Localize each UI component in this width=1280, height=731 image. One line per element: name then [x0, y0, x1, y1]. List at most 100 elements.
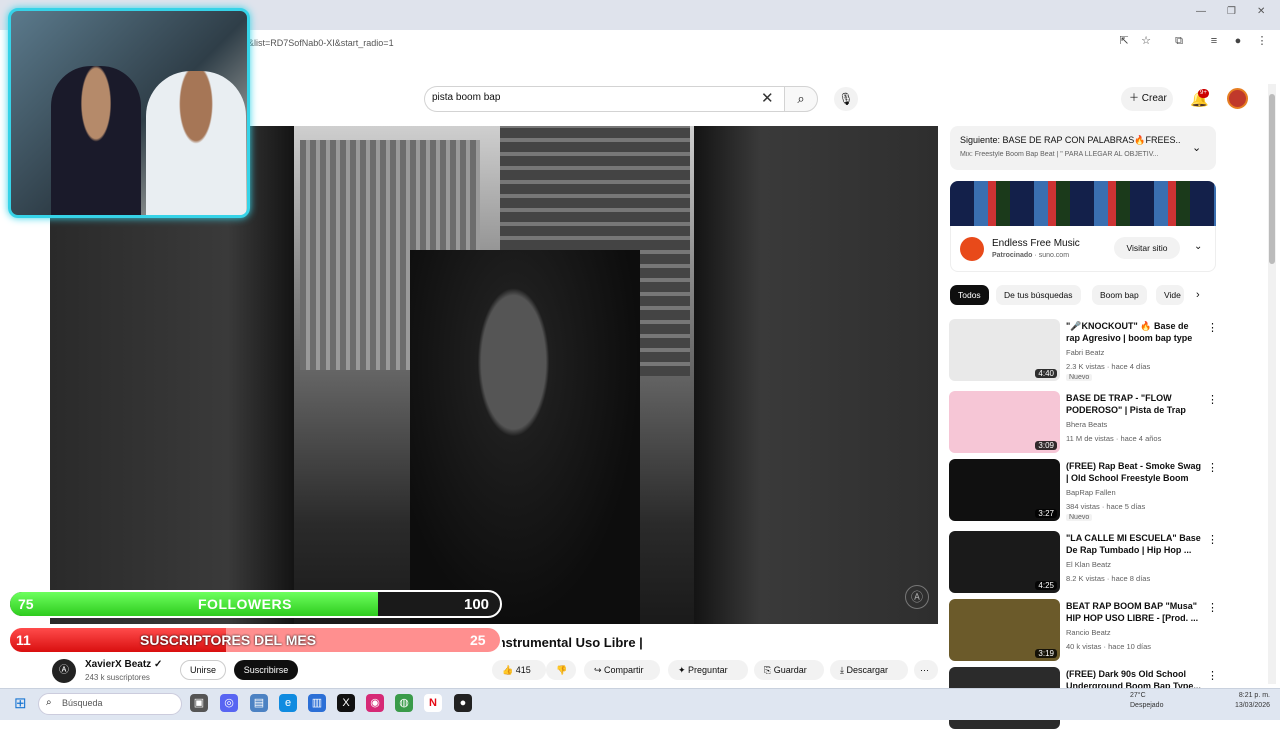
recommendation-title[interactable]: "🎤KNOCKOUT" 🔥 Base de rap Agresivo | boo… — [1066, 320, 1202, 344]
taskbar-search[interactable] — [38, 693, 182, 715]
more-icon: ⋯ — [920, 665, 929, 675]
download-button[interactable]: ⤓ Descargar — [830, 660, 908, 680]
visit-site-button[interactable]: Visitar sitio — [1114, 237, 1180, 259]
channel-watermark-icon[interactable]: Ⓐ — [905, 585, 929, 609]
ad-menu-chevron-icon[interactable]: ⌄ — [1194, 241, 1202, 252]
instagram-icon[interactable]: ◉ — [366, 694, 384, 712]
chip-videos[interactable]: Vide — [1156, 285, 1184, 305]
subscribers-goal: 25 — [470, 632, 486, 648]
store-icon[interactable]: ▤ — [250, 694, 268, 712]
chevron-down-icon[interactable]: ⌄ — [1192, 141, 1201, 154]
channel-name[interactable]: XavierX Beatz ✓ — [85, 659, 162, 670]
maximize-icon[interactable]: ❐ — [1227, 6, 1236, 17]
voice-search-button[interactable]: 🎙 — [834, 87, 858, 111]
save-button[interactable]: ⎘ Guardar — [754, 660, 824, 680]
profile-icon[interactable]: ● — [1231, 34, 1245, 48]
chip-de-tus-busquedas[interactable]: De tus búsquedas — [996, 285, 1081, 305]
recommendation-item[interactable]: 3:27 (FREE) Rap Beat - Smoke Swag | Old S… — [949, 459, 1218, 523]
more-vert-icon[interactable]: ⋮ — [1207, 601, 1218, 614]
microphone-icon: 🎙 — [838, 92, 854, 106]
extensions-icon[interactable]: ⧉ — [1172, 34, 1186, 48]
dislike-button[interactable]: 👎 — [546, 660, 576, 680]
bookmark-star-icon[interactable]: ☆ — [1139, 34, 1153, 48]
more-actions-button[interactable]: ⋯ — [914, 660, 938, 680]
clear-search-icon[interactable]: ✕ — [761, 89, 774, 107]
followers-goal: 100 — [464, 596, 490, 613]
recommendation-item[interactable]: 4:40 "🎤KNOCKOUT" 🔥 Base de rap Agresivo |… — [949, 319, 1218, 383]
like-button[interactable]: 👍 415 — [492, 660, 546, 680]
subscribers-current: 11 — [16, 632, 31, 648]
recommendation-thumbnail[interactable]: 4:25 — [949, 531, 1060, 593]
chrome-icon[interactable]: ◍ — [395, 694, 413, 712]
like-count: 415 — [515, 665, 531, 675]
more-vert-icon[interactable]: ⋮ — [1207, 393, 1218, 406]
recommendation-thumbnail[interactable]: 3:27 — [949, 459, 1060, 521]
browser-menu-icon[interactable]: ⋮ — [1255, 34, 1269, 48]
ad-title[interactable]: Endless Free Music — [992, 238, 1080, 249]
more-vert-icon[interactable]: ⋮ — [1207, 533, 1218, 546]
video-person — [410, 250, 640, 624]
recommendation-item[interactable]: 4:25 "LA CALLE MI ESCUELA" Base De Rap Tu… — [949, 531, 1218, 595]
recommendation-thumbnail[interactable]: 3:19 — [949, 599, 1060, 661]
recommendation-meta: 11 M de vistas · hace 4 años — [1066, 434, 1162, 443]
recommendation-item[interactable]: 3:09 BASE DE TRAP - "FLOW PODEROSO" | Pis… — [949, 391, 1218, 455]
download-label: Descargar — [846, 665, 888, 675]
install-icon[interactable]: ⇱ — [1117, 34, 1131, 48]
recommendation-item[interactable]: 3:19 BEAT RAP BOOM BAP "Musa" HIP HOP USO… — [949, 599, 1218, 663]
more-vert-icon[interactable]: ⋮ — [1207, 461, 1218, 474]
recommendation-channel[interactable]: Bhera Beats — [1066, 420, 1107, 429]
recommendation-title[interactable]: "LA CALLE MI ESCUELA" Base De Rap Tumbad… — [1066, 532, 1202, 556]
windows-start-icon[interactable]: ⊞ — [14, 694, 27, 712]
explorer-icon[interactable]: ▥ — [308, 694, 326, 712]
recommendation-duration: 3:09 — [1035, 441, 1057, 450]
account-avatar[interactable] — [1227, 88, 1248, 109]
clock[interactable]: 8:21 p. m. 13/03/2026 — [1222, 691, 1270, 711]
recommendation-meta: 2.3 K vistas · hace 4 días — [1066, 362, 1151, 371]
chevron-right-icon[interactable]: › — [1196, 289, 1200, 301]
recommendation-channel[interactable]: El Klan Beatz — [1066, 560, 1111, 569]
more-vert-icon[interactable]: ⋮ — [1207, 321, 1218, 334]
recommendation-channel[interactable]: Fabri Beatz — [1066, 348, 1104, 357]
join-button[interactable]: Unirse — [180, 660, 226, 680]
bookmark-icon: ⎘ — [764, 665, 774, 675]
recommendation-thumbnail[interactable]: 4:40 — [949, 319, 1060, 381]
up-next-subtitle: Mix: Freestyle Boom Bap Beat | " PARA LL… — [960, 151, 1159, 158]
x-icon[interactable]: X — [337, 694, 355, 712]
chip-boom-bap[interactable]: Boom bap — [1092, 285, 1147, 305]
minimize-icon[interactable]: — — [1196, 6, 1206, 17]
discord-icon[interactable]: ◎ — [220, 694, 238, 712]
recommendation-duration: 4:25 — [1035, 581, 1057, 590]
weather-widget[interactable]: 27°C Despejado — [1130, 691, 1163, 711]
search-input[interactable]: pista boom bap — [432, 92, 500, 103]
ad-banner-image[interactable] — [950, 181, 1216, 226]
ad-logo — [960, 237, 984, 261]
followers-progress-fill — [10, 592, 378, 616]
share-button[interactable]: ↪ Compartir — [584, 660, 660, 680]
channel-avatar[interactable]: Ⓐ — [52, 659, 76, 683]
ask-button[interactable]: ✦ Preguntar — [668, 660, 748, 680]
recommendation-channel[interactable]: BapRap Fallen — [1066, 488, 1116, 497]
scrollbar-thumb[interactable] — [1269, 94, 1275, 264]
up-next-panel[interactable] — [950, 126, 1216, 170]
recommendation-title[interactable]: BASE DE TRAP - "FLOW PODEROSO" | Pista d… — [1066, 392, 1202, 416]
followers-label: FOLLOWERS — [198, 596, 292, 612]
more-vert-icon[interactable]: ⋮ — [1207, 669, 1218, 682]
recommendation-channel[interactable]: Rancio Beatz — [1066, 628, 1111, 637]
recommendation-thumbnail[interactable]: 3:09 — [949, 391, 1060, 453]
recommendation-title[interactable]: BEAT RAP BOOM BAP "Musa" HIP HOP USO LIB… — [1066, 600, 1202, 624]
netflix-icon[interactable]: N — [424, 694, 442, 712]
task-view-icon[interactable]: ▣ — [190, 694, 208, 712]
subscribe-button[interactable]: Suscribirse — [234, 660, 298, 680]
edge-icon[interactable]: e — [279, 694, 297, 712]
new-badge: Nuevo — [1066, 374, 1093, 381]
search-button[interactable]: ⌕ — [784, 86, 818, 112]
obs-icon[interactable]: ● — [454, 694, 472, 712]
weather-desc: Despejado — [1130, 702, 1164, 709]
recommendation-title[interactable]: (FREE) Rap Beat - Smoke Swag | Old Schoo… — [1066, 460, 1202, 484]
close-icon[interactable]: ✕ — [1257, 6, 1265, 17]
reading-list-icon[interactable]: ≡ — [1207, 34, 1221, 48]
address-bar[interactable]: &list=RD7SofNab0-XI&start_radio=1 — [248, 34, 1108, 52]
create-button[interactable]: ＋ Crear — [1121, 87, 1173, 111]
thumbs-up-icon: 👍 — [502, 665, 516, 675]
chip-todos[interactable]: Todos — [950, 285, 989, 305]
